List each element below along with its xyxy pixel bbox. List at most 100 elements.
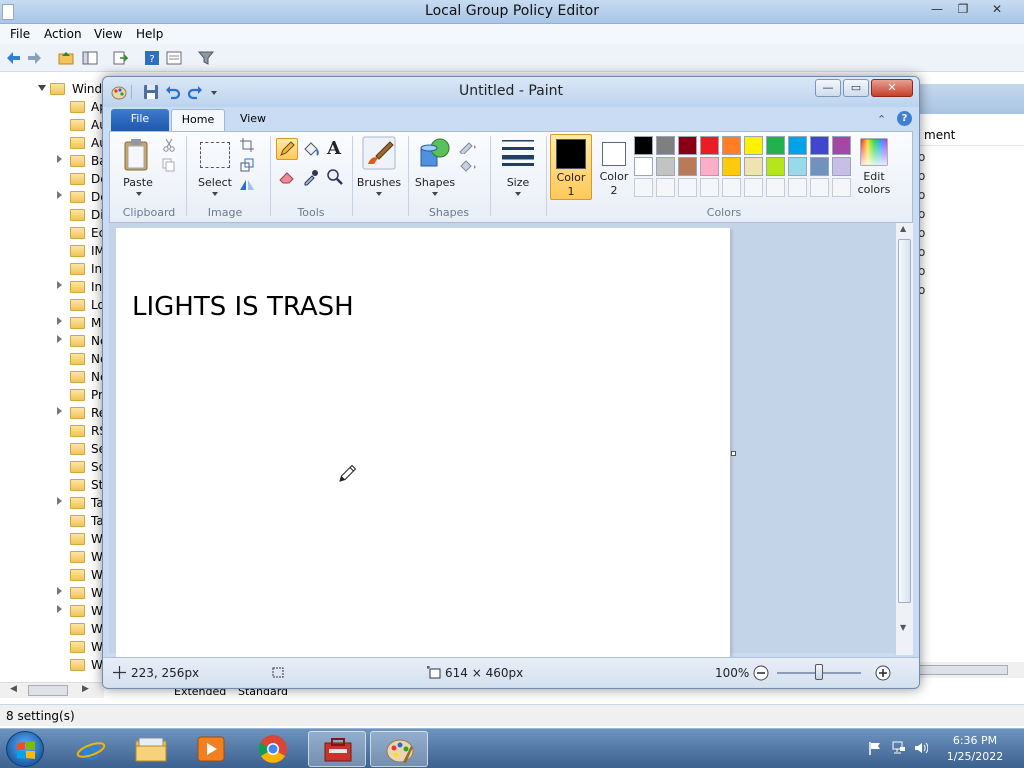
fill-icon[interactable] (458, 158, 478, 174)
menu-help[interactable]: Help (136, 27, 163, 41)
tree-item[interactable]: Ne (0, 332, 104, 350)
expand-arrow-icon[interactable] (57, 335, 62, 343)
canvas-vertical-scrollbar[interactable]: ▲ ▼ (895, 223, 913, 655)
select-rectangle-icon[interactable] (200, 142, 230, 168)
palette-swatch[interactable] (722, 136, 741, 155)
tab-file[interactable]: File (111, 109, 169, 131)
palette-swatch[interactable] (678, 136, 697, 155)
magnifier-icon[interactable] (326, 168, 344, 186)
custom-color-slot[interactable] (744, 178, 763, 197)
taskbar-file-explorer[interactable] (122, 731, 180, 767)
action-center-flag-icon[interactable] (868, 741, 882, 755)
tree-item[interactable]: Wi (0, 530, 104, 548)
tree-item[interactable]: Ap (0, 98, 104, 116)
scroll-down-arrow-icon[interactable]: ▼ (900, 623, 906, 632)
tree-item[interactable]: Wi (0, 638, 104, 656)
shapes-dropdown-icon[interactable] (432, 192, 438, 196)
custom-color-slot[interactable] (788, 178, 807, 197)
close-button[interactable]: ✕ (982, 1, 1012, 19)
tree-item[interactable]: Wi (0, 566, 104, 584)
palette-swatch[interactable] (744, 136, 763, 155)
tree-item[interactable]: De (0, 188, 104, 206)
text-tool-icon[interactable]: A (324, 138, 344, 159)
pencil-tool-button[interactable] (276, 138, 298, 160)
outline-icon[interactable] (458, 138, 478, 154)
tree-item[interactable]: Wi (0, 602, 104, 620)
taskbar-internet-explorer[interactable]: e (62, 731, 120, 767)
palette-swatch[interactable] (722, 157, 741, 176)
tree-item[interactable]: Ta (0, 494, 104, 512)
expand-arrow-icon[interactable] (57, 587, 62, 595)
copy-icon[interactable] (162, 158, 176, 172)
maximize-button[interactable]: ❐ (948, 1, 978, 19)
expand-arrow-icon[interactable] (57, 317, 62, 325)
palette-swatch[interactable] (656, 157, 675, 176)
custom-color-slot[interactable] (634, 178, 653, 197)
scroll-thumb[interactable] (898, 239, 911, 603)
scroll-right-arrow-icon[interactable]: ▶ (82, 684, 89, 694)
fill-bucket-icon[interactable] (302, 141, 320, 159)
zoom-out-icon[interactable] (753, 665, 769, 681)
tree-item[interactable]: St (0, 476, 104, 494)
network-icon[interactable] (892, 741, 906, 755)
edit-colors-rainbow-icon[interactable] (860, 138, 888, 166)
palette-swatch[interactable] (832, 157, 851, 176)
tree-item[interactable]: Mi (0, 314, 104, 332)
details-horizontal-scrollbar[interactable] (918, 662, 1024, 678)
rotate-icon[interactable] (238, 178, 256, 192)
minimize-ribbon-icon[interactable]: ⌃ (877, 113, 886, 126)
show-hide-tree-icon[interactable] (82, 50, 98, 66)
tree-item[interactable]: Ta (0, 512, 104, 530)
custom-color-slot[interactable] (766, 178, 785, 197)
crop-icon[interactable] (240, 138, 254, 152)
palette-swatch[interactable] (634, 157, 653, 176)
paste-button[interactable]: Paste (118, 176, 158, 189)
brushes-icon[interactable] (362, 136, 396, 170)
color2-button[interactable]: Color 2 (594, 134, 634, 200)
volume-icon[interactable] (914, 741, 928, 755)
tree-item-windows[interactable]: Windo (0, 80, 104, 98)
color-picker-icon[interactable] (302, 168, 320, 186)
brushes-dropdown-icon[interactable] (376, 192, 382, 196)
resize-icon[interactable] (240, 158, 254, 172)
menu-view[interactable]: View (94, 27, 122, 41)
custom-color-slot[interactable] (810, 178, 829, 197)
tree-item[interactable]: Ne (0, 368, 104, 386)
tree-horizontal-scrollbar[interactable]: ◀ ▶ (0, 682, 104, 698)
zoom-slider-thumb[interactable] (815, 664, 823, 680)
tree-item[interactable]: IM (0, 242, 104, 260)
properties-icon[interactable] (166, 50, 182, 66)
tree-item[interactable]: In (0, 278, 104, 296)
palette-swatch[interactable] (700, 136, 719, 155)
custom-color-slot[interactable] (656, 178, 675, 197)
column-header-comment[interactable]: ment (918, 124, 1024, 146)
tree-item[interactable]: Wi (0, 656, 104, 674)
palette-swatch[interactable] (810, 157, 829, 176)
palette-swatch[interactable] (766, 157, 785, 176)
expand-arrow-icon[interactable] (57, 407, 62, 415)
scroll-thumb[interactable] (918, 665, 1008, 675)
paint-close-button[interactable]: ✕ (871, 79, 913, 97)
menu-action[interactable]: Action (44, 27, 82, 41)
select-dropdown-icon[interactable] (212, 192, 218, 196)
start-button[interactable] (6, 731, 44, 767)
menu-file[interactable]: File (10, 27, 30, 41)
size-dropdown-icon[interactable] (515, 192, 521, 196)
tree-item[interactable]: Au (0, 116, 104, 134)
expand-arrow-icon[interactable] (57, 155, 62, 163)
custom-color-slot[interactable] (832, 178, 851, 197)
paint-minimize-button[interactable]: — (815, 79, 841, 97)
tree-item[interactable]: So (0, 458, 104, 476)
size-button[interactable]: Size (496, 176, 540, 189)
canvas-resize-handle[interactable] (731, 451, 736, 456)
forward-arrow-icon[interactable] (26, 50, 42, 66)
filter-icon[interactable] (198, 50, 214, 66)
palette-swatch[interactable] (766, 136, 785, 155)
scroll-up-arrow-icon[interactable]: ▲ (900, 224, 906, 233)
cut-icon[interactable] (162, 138, 176, 152)
clock[interactable]: 6:36 PM 1/25/2022 (944, 733, 1006, 765)
shapes-button[interactable]: Shapes (410, 176, 460, 189)
color1-button[interactable]: Color 1 (550, 134, 592, 200)
collapse-arrow-icon[interactable] (38, 85, 46, 91)
palette-swatch[interactable] (678, 157, 697, 176)
